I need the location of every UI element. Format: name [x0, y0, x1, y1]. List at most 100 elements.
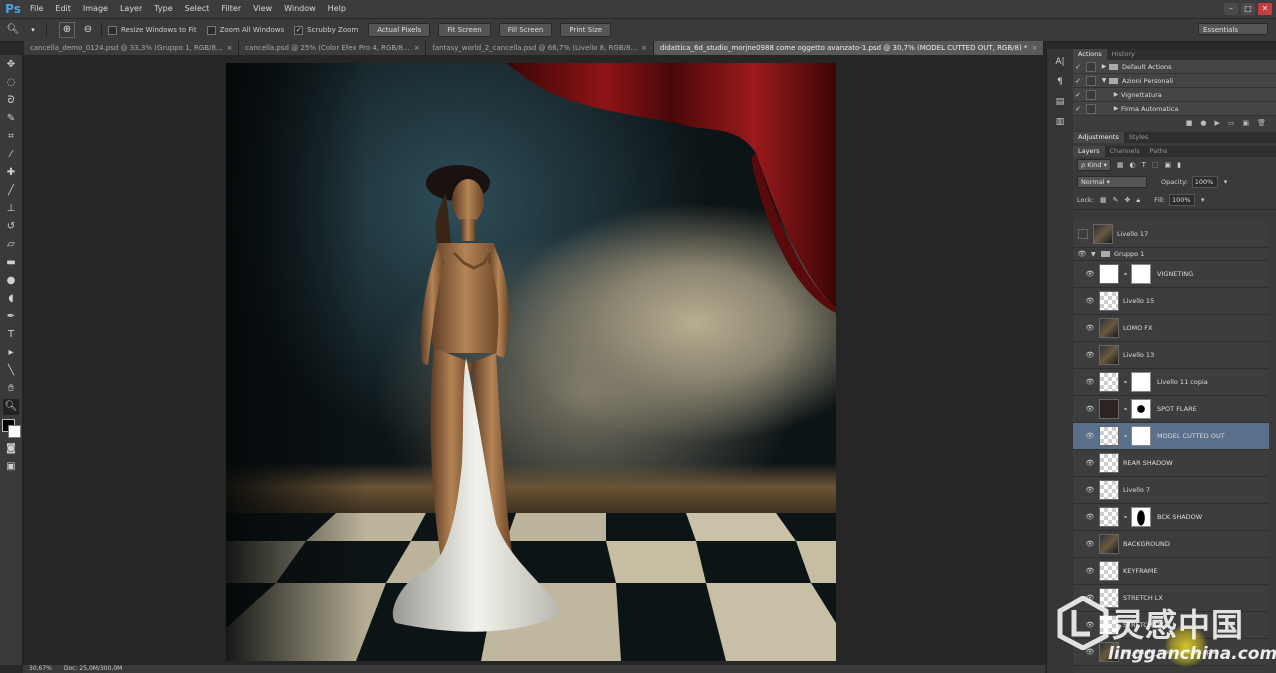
option-button[interactable]: Fit Screen — [438, 23, 491, 37]
new-set-icon[interactable]: ▭ — [1228, 119, 1235, 127]
tool-preset-arrow-icon[interactable]: ▾ — [26, 23, 40, 37]
collapsed-icon[interactable]: ▶ — [1111, 91, 1121, 98]
pen-icon[interactable]: ✒ — [3, 309, 19, 325]
menu-select[interactable]: Select — [179, 0, 216, 18]
zoom-icon[interactable]: 🔍︎ — [3, 399, 19, 415]
layer-mask-thumbnail[interactable] — [1131, 426, 1151, 446]
hand-icon[interactable]: ✋︎ — [3, 381, 19, 397]
action-row[interactable]: ✓ ▼ Azioni Personali — [1073, 74, 1276, 88]
layer-row[interactable]: 👁︎ KEYFRAME — [1073, 558, 1269, 585]
layer-row[interactable]: 👁︎ ⚭ Livello 11 copia — [1073, 369, 1269, 396]
visibility-eye-icon[interactable]: 👁︎ — [1073, 250, 1091, 258]
layer-mask-thumbnail[interactable] — [1131, 372, 1151, 392]
brush-icon[interactable]: ╱ — [3, 183, 19, 199]
visibility-eye-icon[interactable]: 👁︎ — [1081, 567, 1099, 575]
path-select-icon[interactable]: ▸ — [3, 345, 19, 361]
panel-tab-layers[interactable]: Layers — [1073, 146, 1105, 157]
filter-type-icon[interactable]: T — [1142, 161, 1146, 169]
minimize-icon[interactable]: – — [1224, 3, 1238, 15]
layer-mask-thumbnail[interactable] — [1131, 399, 1151, 419]
filter-adjustment-icon[interactable]: ◐ — [1130, 161, 1136, 169]
visibility-eye-icon[interactable]: 👁︎ — [1081, 351, 1099, 359]
layer-mask-thumbnail[interactable] — [1131, 507, 1151, 527]
menu-type[interactable]: Type — [148, 0, 178, 18]
menu-filter[interactable]: Filter — [215, 0, 247, 18]
quick-select-icon[interactable]: ✎ — [3, 111, 19, 127]
visibility-eye-icon[interactable]: 👁︎ — [1081, 513, 1099, 521]
collapsed-icon[interactable]: ▶ — [1099, 63, 1109, 70]
menu-layer[interactable]: Layer — [114, 0, 148, 18]
lock-position-icon[interactable]: ✥ — [1125, 196, 1131, 204]
layer-row[interactable]: 👁︎ ⚭ MODEL CUTTED OUT — [1073, 423, 1269, 450]
panel-tab-actions[interactable]: Actions — [1073, 49, 1107, 60]
layer-row[interactable]: 👁︎ Livello 13 — [1073, 342, 1269, 369]
menu-image[interactable]: Image — [77, 0, 114, 18]
menu-file[interactable]: File — [24, 0, 49, 18]
panel-tab-styles[interactable]: Styles — [1124, 132, 1154, 143]
checkbox-box[interactable] — [108, 25, 117, 35]
new-action-icon[interactable]: ▣ — [1242, 119, 1249, 127]
zoom-tool-icon[interactable]: 🔍︎ — [6, 23, 20, 37]
lock-transparent-icon[interactable]: ▦ — [1100, 196, 1107, 204]
play-icon[interactable]: ▶ — [1214, 119, 1219, 127]
check-icon[interactable]: ✓ — [1073, 105, 1083, 113]
visibility-eye-icon[interactable]: 👁︎ — [1081, 648, 1099, 656]
lock-all-icon[interactable]: 🔒︎ — [1136, 196, 1140, 205]
visibility-eye-icon[interactable]: 👁︎ — [1081, 405, 1099, 413]
option-button[interactable]: Actual Pixels — [368, 23, 431, 37]
blur-icon[interactable]: ● — [3, 273, 19, 289]
link-icon[interactable]: ⚭ — [1123, 271, 1129, 278]
filter-shape-icon[interactable]: ⬚ — [1152, 161, 1159, 169]
filter-toggle-icon[interactable]: ▮ — [1177, 161, 1181, 169]
eyedropper-icon[interactable]: ⁄ — [3, 147, 19, 163]
menu-window[interactable]: Window — [278, 0, 322, 18]
collapsed-icon[interactable]: ▶ — [1111, 105, 1121, 112]
zoom-in-icon[interactable]: ⊕ — [59, 22, 75, 38]
document-tab[interactable]: cancella.psd @ 25% (Color Efex Pro 4, RG… — [239, 41, 427, 55]
zoom-level[interactable]: 30,67% — [23, 665, 58, 673]
visibility-eye-icon[interactable]: 👁︎ — [1081, 432, 1099, 440]
eraser-icon[interactable]: ▱ — [3, 237, 19, 253]
visibility-eye-icon[interactable]: 👁︎ — [1081, 486, 1099, 494]
option-button[interactable]: Print Size — [560, 23, 612, 37]
checkbox-box[interactable] — [206, 25, 216, 35]
record-icon[interactable]: ● — [1200, 119, 1206, 127]
visibility-eye-icon[interactable]: 👁︎ — [1081, 594, 1099, 602]
link-icon[interactable]: ⚭ — [1123, 406, 1129, 413]
layer-group-row[interactable]: 👁︎ ▼ Gruppo 1 — [1073, 248, 1269, 261]
dodge-icon[interactable]: ◖ — [3, 291, 19, 307]
layer-row[interactable]: 👁︎ ⚭ SPOT FLARE — [1073, 396, 1269, 423]
visibility-eye-icon[interactable]: 👁︎ — [1081, 324, 1099, 332]
checkbox-box[interactable]: ✓ — [294, 25, 304, 35]
background-color[interactable] — [8, 425, 21, 438]
tab-close-icon[interactable]: × — [227, 44, 233, 52]
character-panel-icon[interactable]: A| — [1052, 55, 1068, 69]
panel-tab-paths[interactable]: Paths — [1145, 146, 1173, 157]
layer-row[interactable]: 👁︎ LOMO FX — [1073, 315, 1269, 342]
gradient-icon[interactable]: ▬ — [3, 255, 19, 271]
document-canvas[interactable] — [226, 63, 836, 661]
panel-tab-history[interactable]: History — [1107, 49, 1140, 60]
trash-icon[interactable]: 🗑︎ — [1257, 119, 1266, 127]
filter-kind-select[interactable]: ρ Kind ▾ — [1077, 159, 1111, 171]
layer-row[interactable]: 👁︎ ⚭ BCK SHADOW — [1073, 504, 1269, 531]
move-icon[interactable]: ✥ — [3, 57, 19, 73]
maximize-icon[interactable]: □ — [1241, 3, 1255, 15]
dialog-toggle[interactable] — [1086, 103, 1096, 114]
document-tab[interactable]: cancella_demo_0124.psd @ 33,3% (Gruppo 1… — [24, 41, 240, 55]
link-icon[interactable]: ⚭ — [1123, 433, 1129, 440]
opacity-dropdown-icon[interactable]: ▾ — [1224, 178, 1228, 186]
screen-mode-icon[interactable]: ▣ — [3, 459, 19, 475]
fill-dropdown-icon[interactable]: ▾ — [1201, 196, 1205, 204]
visibility-eye-icon[interactable]: 👁︎ — [1081, 540, 1099, 548]
quick-mask-icon[interactable]: ◙ — [3, 441, 19, 457]
properties-panel-icon[interactable]: ▥ — [1052, 115, 1068, 129]
history-panel-icon[interactable]: ▤ — [1052, 95, 1068, 109]
shape-icon[interactable]: ╲ — [3, 363, 19, 379]
visibility-eye-icon[interactable]: 👁︎ — [1081, 621, 1099, 629]
opacity-field[interactable]: 100% — [1191, 176, 1218, 188]
stamp-icon[interactable]: ⊥ — [3, 201, 19, 217]
menu-help[interactable]: Help — [322, 0, 352, 18]
menu-edit[interactable]: Edit — [49, 0, 77, 18]
healing-icon[interactable]: ✚ — [3, 165, 19, 181]
